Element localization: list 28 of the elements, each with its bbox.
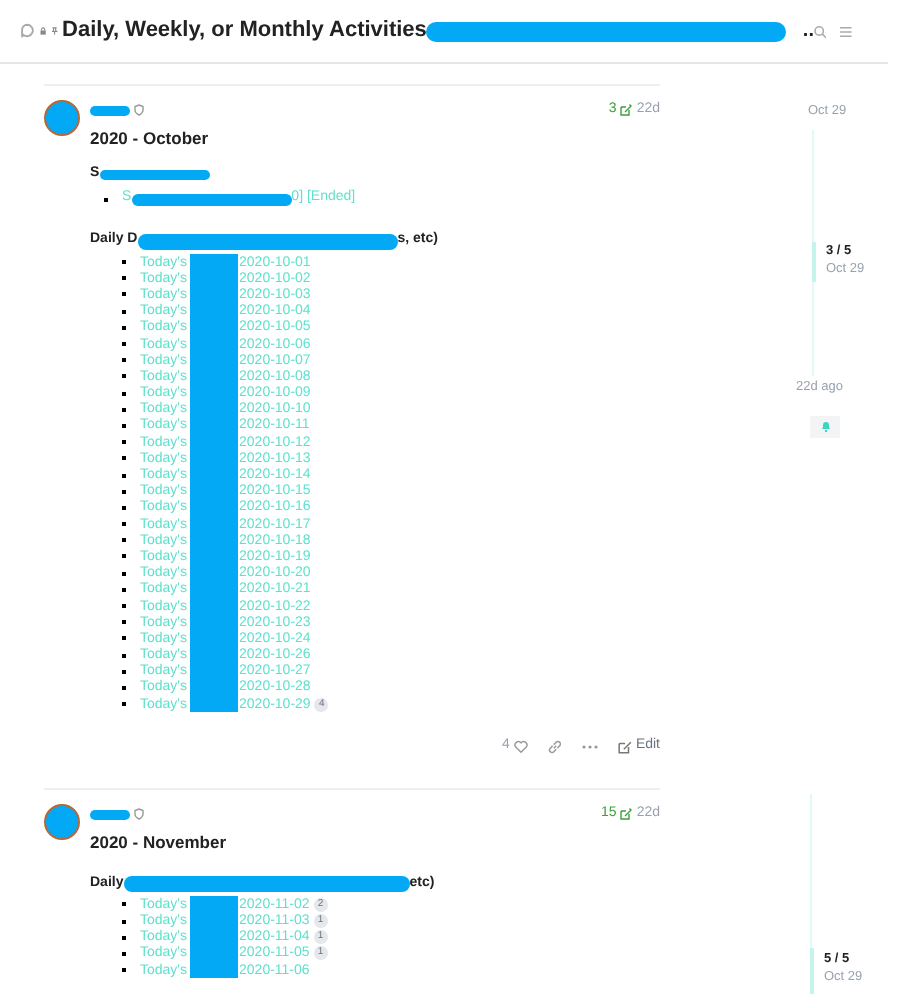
shield-icon: [134, 808, 144, 821]
pencil-icon: [620, 104, 633, 116]
lock-icon: [40, 24, 47, 38]
avatar[interactable]: [44, 804, 80, 841]
title-overflow: ..: [802, 18, 814, 46]
redaction-mark: [189, 696, 238, 713]
link-icon[interactable]: [547, 739, 562, 754]
pin-icon: [52, 24, 59, 38]
redaction-mark: [189, 896, 238, 913]
pencil-icon: [617, 739, 632, 754]
redaction-mark: [189, 254, 238, 271]
redaction-mark: [90, 809, 130, 820]
heart-icon: [513, 739, 528, 754]
topic-title[interactable]: Daily, Weekly, or Monthly Activities: [62, 14, 427, 48]
redaction-mark: [90, 105, 130, 115]
pencil-icon: [620, 808, 633, 821]
more-icon[interactable]: [581, 743, 598, 750]
bell-icon: [819, 420, 831, 432]
timeline-thumb[interactable]: [812, 241, 816, 282]
menu-icon[interactable]: [840, 21, 852, 41]
post-title: 2020 - October: [90, 128, 211, 148]
redaction-mark: [99, 170, 210, 180]
timeline-thumb[interactable]: [810, 947, 814, 993]
avatar[interactable]: [44, 100, 80, 136]
post-title: 2020 - November: [90, 832, 229, 853]
shield-icon: [134, 104, 144, 116]
notification-button[interactable]: [810, 415, 840, 437]
redaction-mark: [189, 962, 238, 979]
